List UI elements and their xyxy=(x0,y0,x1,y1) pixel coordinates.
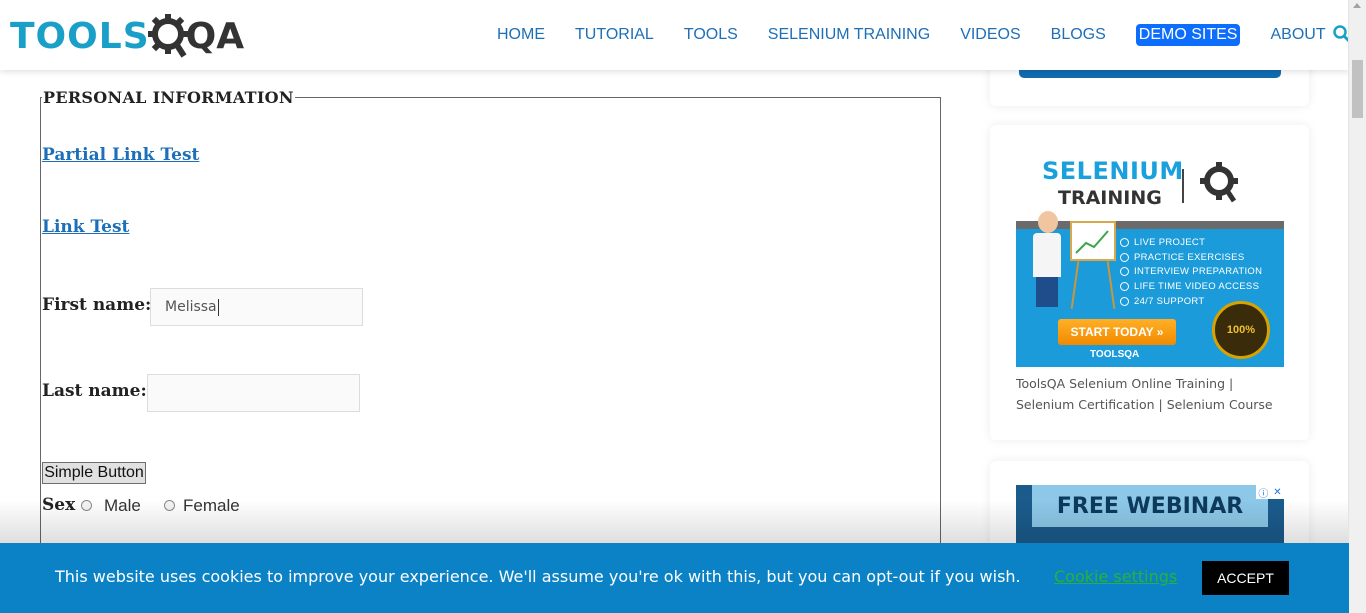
cookie-message: This website uses cookies to improve you… xyxy=(55,567,1021,586)
check-icon xyxy=(1120,282,1129,292)
main-nav: HOME TUTORIAL TOOLS SELENIUM TRAINING VI… xyxy=(497,24,1356,46)
logo-text-qa: QA xyxy=(185,15,245,57)
gear-icon xyxy=(1200,162,1238,203)
nav-about[interactable]: ABOUT xyxy=(1270,26,1325,44)
selenium-training-ad[interactable]: SELENIUM TRAINING LIVE PROJECT PRACTICE … xyxy=(1016,151,1284,367)
first-name-label: First name: xyxy=(42,295,152,315)
ad-title-training: TRAINING xyxy=(1058,187,1162,209)
chart-board-icon xyxy=(1070,221,1116,261)
cookie-settings-link[interactable]: Cookie settings xyxy=(1054,567,1177,586)
check-icon xyxy=(1120,237,1129,247)
nav-selenium-training[interactable]: SELENIUM TRAINING xyxy=(768,26,930,44)
cookie-banner: This website uses cookies to improve you… xyxy=(0,543,1349,613)
check-icon xyxy=(1120,252,1129,262)
ad-feature: PRACTICE EXERCISES xyxy=(1120,250,1262,265)
accept-button[interactable]: ACCEPT xyxy=(1202,561,1289,595)
scroll-up-arrow-icon[interactable] xyxy=(1353,3,1361,8)
nav-home[interactable]: HOME xyxy=(497,26,545,44)
scrollbar-thumb[interactable] xyxy=(1352,60,1363,118)
info-icon: ⓘ xyxy=(1258,488,1269,500)
gear-icon xyxy=(147,14,188,58)
start-today-button[interactable]: START TODAY » xyxy=(1058,319,1176,345)
ad-divider xyxy=(1182,169,1184,203)
sidebar-card-ad: SELENIUM TRAINING LIVE PROJECT PRACTICE … xyxy=(990,125,1309,440)
presenter-legs xyxy=(1036,277,1058,307)
ad-feature: INTERVIEW PREPARATION xyxy=(1120,265,1262,280)
presenter-head xyxy=(1038,211,1058,233)
ad-choices-icon[interactable]: ⓘ ✕ xyxy=(1256,485,1284,500)
personal-info-fieldset xyxy=(40,97,941,568)
ad-feature-list: LIVE PROJECT PRACTICE EXERCISES INTERVIE… xyxy=(1120,235,1262,309)
presenter-body xyxy=(1033,233,1061,277)
ad-feature: LIFE TIME VIDEO ACCESS xyxy=(1120,279,1262,294)
toolsqa-logo[interactable]: TOOLS QA xyxy=(10,10,244,62)
logo-text-tools: TOOLS xyxy=(10,15,150,57)
cookie-shadow xyxy=(0,500,1349,543)
nav-tools[interactable]: TOOLS xyxy=(684,26,738,44)
nav-tutorial[interactable]: TUTORIAL xyxy=(575,26,654,44)
text-caret xyxy=(217,298,219,316)
vertical-scrollbar[interactable] xyxy=(1348,0,1366,613)
first-name-value: Melissa xyxy=(165,299,217,315)
ad-title-selenium: SELENIUM xyxy=(1042,157,1184,185)
check-icon xyxy=(1120,267,1129,277)
fieldset-legend: PERSONAL INFORMATION xyxy=(42,88,295,107)
partial-link-test[interactable]: Partial Link Test xyxy=(42,145,199,165)
link-test[interactable]: Link Test xyxy=(42,217,129,237)
simple-button[interactable]: Simple Button xyxy=(42,462,146,484)
close-icon: ✕ xyxy=(1273,486,1282,498)
last-name-label: Last name: xyxy=(42,381,147,401)
ad-footer-logo: TOOLSQA xyxy=(1090,349,1140,360)
ad-caption[interactable]: ToolsQA Selenium Online Training | Selen… xyxy=(1016,373,1284,415)
last-name-input[interactable] xyxy=(147,374,360,412)
check-icon xyxy=(1120,297,1129,307)
first-name-input[interactable]: Melissa xyxy=(150,288,363,326)
site-header: TOOLS QA HOME TUTORIAL TOOLS SELENIUM TR… xyxy=(0,0,1351,70)
money-back-seal: 100% xyxy=(1212,301,1270,359)
nav-demo-sites[interactable]: DEMO SITES xyxy=(1135,24,1241,46)
nav-videos[interactable]: VIDEOS xyxy=(960,26,1020,44)
ad-feature: LIVE PROJECT xyxy=(1120,235,1262,250)
nav-blogs[interactable]: BLOGS xyxy=(1051,26,1106,44)
